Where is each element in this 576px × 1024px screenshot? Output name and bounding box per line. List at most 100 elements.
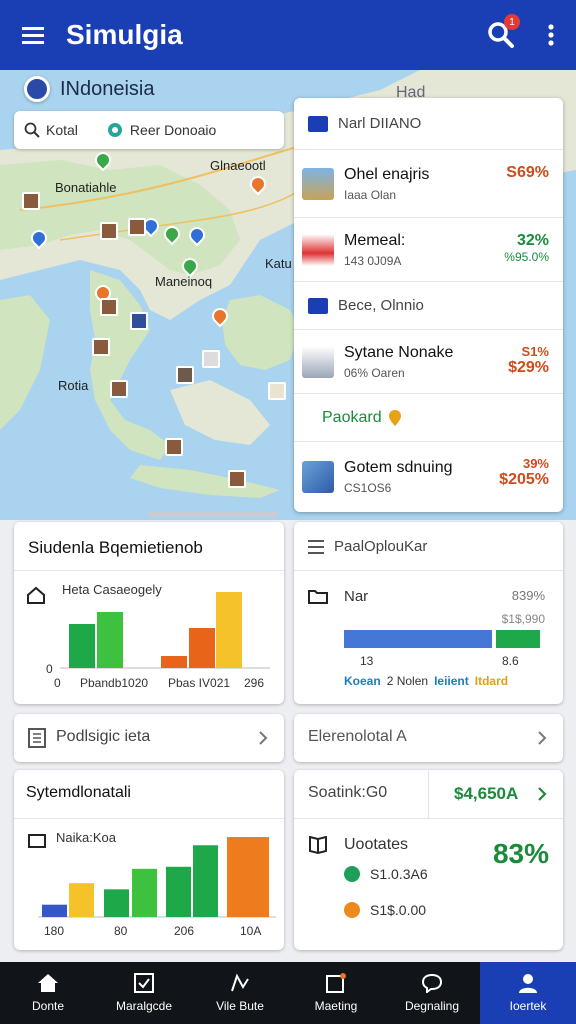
bottom-navigation: Donte Maralgcde Vile Bute Maeting Degnal… xyxy=(0,962,576,1024)
list-section-header: Bece, Olnnio xyxy=(294,282,563,330)
progress-fill-green xyxy=(495,630,540,648)
chart-bar xyxy=(166,866,191,917)
chart-bar xyxy=(193,845,218,917)
progress-fill-blue xyxy=(344,630,492,648)
notification-badge: 1 xyxy=(504,14,520,30)
list-item[interactable]: Gotem sdnuing CS1OS6 39% $205% xyxy=(294,442,563,512)
search-button[interactable]: 1 xyxy=(476,0,526,70)
chevron-right-icon[interactable] xyxy=(537,786,547,802)
country-label: INdoneisia xyxy=(24,76,155,102)
list-item[interactable]: Paokard xyxy=(294,394,563,442)
map-search-bar[interactable]: Kotal Reer Donoaio xyxy=(14,111,284,149)
app-title: Simulgia xyxy=(66,19,183,50)
landmark-icon[interactable] xyxy=(92,338,110,356)
chart-bar xyxy=(42,904,67,917)
route-icon xyxy=(231,973,249,992)
orange-pin-icon xyxy=(388,409,401,426)
landmark-icon[interactable] xyxy=(100,222,118,240)
landmark-icon[interactable] xyxy=(176,366,194,384)
search-chip-2[interactable]: Reer Donoaio xyxy=(130,122,216,138)
menu-button[interactable] xyxy=(0,0,66,70)
bar-chart xyxy=(38,837,276,918)
legend-dot-green xyxy=(344,866,360,882)
place-thumbnail xyxy=(302,167,334,200)
building-icon xyxy=(308,297,328,314)
card-title: Podlsigic ieta xyxy=(56,728,151,745)
chart-bar xyxy=(69,624,95,668)
folder-icon xyxy=(308,590,328,604)
place-label: Bonatiahle xyxy=(55,180,117,195)
nav-item-home[interactable]: Donte xyxy=(0,962,96,1024)
chevron-right-icon xyxy=(538,731,547,745)
list-item[interactable]: Ohel enajris Iaaa Olan S69% xyxy=(294,150,563,218)
checkbox-icon xyxy=(134,973,154,993)
progress-card: PaalOplouKar Nar 839% $1$,990 13 8.6 Koe… xyxy=(294,522,563,704)
list-item[interactable]: Memeal: 143 0J09A 32% %95.0% xyxy=(294,218,563,282)
landmark-icon[interactable] xyxy=(110,380,128,398)
place-thumbnail xyxy=(302,233,334,266)
progress-bar xyxy=(344,630,540,648)
hamburger-icon xyxy=(22,27,44,44)
divider xyxy=(428,770,429,818)
nav-item-tasks[interactable]: Maralgcde xyxy=(96,962,192,1024)
search-chip-1[interactable]: Kotal xyxy=(46,122,78,138)
document-icon xyxy=(28,728,46,748)
legend-dot-orange xyxy=(344,902,360,918)
summary-card: Soatink:G0 $4,650A Uootates 83% S1.0.3A6… xyxy=(294,770,563,950)
nav-card[interactable]: Podlsigic ieta xyxy=(14,714,284,762)
chart-bar xyxy=(227,837,269,917)
landmark-icon[interactable] xyxy=(130,312,148,330)
percent-value: 83% xyxy=(492,838,549,869)
analytics-card: Siudenla Bqemietienob Heta Casaeogely 0 … xyxy=(14,522,284,704)
chart-legend: Koean 2 Nolen Ieiient Itdard xyxy=(344,674,509,688)
search-icon xyxy=(24,122,40,138)
card-title: Elerenolotal A xyxy=(308,728,407,745)
nav-item-meeting[interactable]: Maeting xyxy=(288,962,384,1024)
place-label: Katu xyxy=(265,256,292,271)
edit-icon xyxy=(326,973,346,993)
list-item[interactable]: Sytane Nonake 06% Oaren S1% $29% xyxy=(294,330,563,394)
landmark-icon[interactable] xyxy=(128,218,146,236)
country-name: INdoneisia xyxy=(60,77,155,100)
landmark-icon[interactable] xyxy=(100,298,118,316)
book-icon xyxy=(309,836,327,854)
chart-bar xyxy=(97,612,123,668)
nav-card[interactable]: Elerenolotal A xyxy=(294,714,563,762)
person-icon xyxy=(519,974,537,993)
nav-item-messaging[interactable]: Degnaling xyxy=(384,962,480,1024)
card-title: PaalOplouKar xyxy=(334,538,428,555)
place-label: Glnaeootl xyxy=(210,158,266,173)
chart-bar xyxy=(189,628,215,668)
home-icon xyxy=(38,974,58,992)
app-bar: Simulgia 1 xyxy=(0,0,576,70)
nav-item-profile[interactable]: Ioertek xyxy=(480,962,576,1024)
place-label: Maneinoq xyxy=(155,274,213,289)
more-options-button[interactable] xyxy=(526,0,576,70)
list-icon xyxy=(308,540,324,554)
chart-bar xyxy=(216,592,242,668)
total-value[interactable]: $4,650A xyxy=(454,784,518,804)
more-vertical-icon xyxy=(548,24,554,46)
place-thumbnail xyxy=(302,461,334,493)
places-list-panel: Narl DIIANO Ohel enajris Iaaa Olan S69% M… xyxy=(294,98,563,512)
landmark-icon[interactable] xyxy=(228,470,246,488)
landmark-icon[interactable] xyxy=(22,192,40,210)
analytics-card: Sytemdlonatali Naika:Koa 180 80 206 10A xyxy=(14,770,284,950)
landmark-icon[interactable] xyxy=(165,438,183,456)
chart-bar xyxy=(132,868,157,917)
teal-location-icon xyxy=(107,123,122,137)
landmark-icon[interactable] xyxy=(202,350,220,368)
location-icon xyxy=(24,76,50,102)
nav-item-route[interactable]: Vile Bute xyxy=(192,962,288,1024)
scroll-handle[interactable] xyxy=(148,512,278,517)
chart-bar xyxy=(161,656,187,668)
chat-icon xyxy=(421,973,443,993)
chart-bar xyxy=(69,883,94,917)
building-icon xyxy=(308,115,328,132)
place-label: Rotia xyxy=(58,378,89,393)
landmark-icon[interactable] xyxy=(268,382,286,400)
list-section-header: Narl DIIANO xyxy=(294,98,563,150)
chart-bar xyxy=(104,889,129,917)
place-thumbnail xyxy=(302,345,334,378)
chevron-right-icon xyxy=(259,731,268,745)
